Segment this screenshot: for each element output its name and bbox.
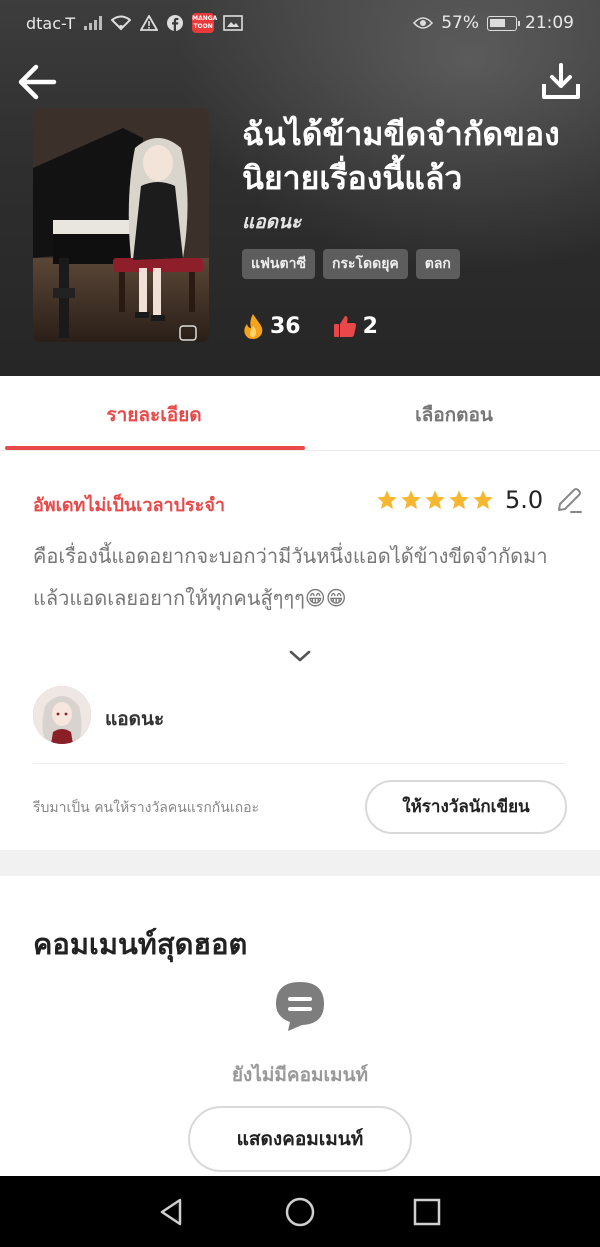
book-cover-image[interactable] <box>33 108 209 342</box>
like-stat[interactable]: 2 <box>333 314 378 339</box>
system-nav-bar <box>0 1176 600 1247</box>
facebook-icon <box>167 15 184 31</box>
battery-percent: 57% <box>441 13 479 33</box>
genre-tags: แฟนตาซี กระโดดยุค ตลก <box>242 249 460 279</box>
thumbs-up-icon <box>333 316 356 337</box>
star-icon <box>425 490 445 509</box>
eye-icon <box>413 17 434 29</box>
tab-bar: รายละเอียด เลือกตอน <box>0 376 600 451</box>
reward-prompt: รีบมาเป็น คนให้รางวัลคนแรกกันเถอะ <box>33 800 260 816</box>
avatar-illustration <box>33 686 91 744</box>
tab-episodes[interactable]: เลือกตอน <box>304 400 600 430</box>
fire-icon <box>244 314 263 339</box>
book-description: คือเรื่องนี้แอดอยากจะบอกว่ามีวันหนึ่งแอด… <box>33 544 548 610</box>
book-header: dtac-T MANGA TOON 57% 21:09 ฉันได้ข้ามขี… <box>0 0 600 376</box>
nav-back-icon[interactable] <box>156 1196 188 1228</box>
nav-home-icon[interactable] <box>284 1196 316 1228</box>
gallery-icon <box>223 15 243 31</box>
carrier-label: dtac-T <box>26 13 76 33</box>
genre-tag[interactable]: ตลก <box>415 249 460 279</box>
book-author[interactable]: แอดนะ <box>242 207 301 237</box>
like-count: 2 <box>362 313 378 339</box>
wifi-icon <box>111 15 132 31</box>
star-icon <box>449 490 469 509</box>
status-bar: dtac-T MANGA TOON 57% 21:09 <box>0 0 600 46</box>
clock: 21:09 <box>525 13 574 33</box>
fire-count: 36 <box>270 313 301 339</box>
tab-details[interactable]: รายละเอียด <box>4 400 304 430</box>
section-divider <box>0 850 600 876</box>
star-icon <box>377 490 397 509</box>
show-comments-button[interactable]: แสดงคอมเมนท์ <box>188 1106 412 1172</box>
comment-bubble-icon <box>276 982 324 1031</box>
arrow-left-icon[interactable] <box>16 62 60 102</box>
cover-illustration <box>33 108 209 342</box>
author-row[interactable]: แอดนะ <box>33 686 566 764</box>
hot-comments-title: คอมเมนท์สุดฮอต <box>33 927 248 961</box>
popularity-stat: 36 <box>242 313 301 339</box>
book-title: ฉันได้ข้ามขีดจำกัดของนิยายเรื่องนี้แล้ว <box>242 115 560 197</box>
avatar[interactable] <box>33 686 91 744</box>
rating-score: 5.0 <box>505 486 544 514</box>
chevron-down-icon[interactable] <box>286 646 314 666</box>
active-tab-indicator <box>5 446 305 450</box>
genre-tag[interactable]: กระโดดยุค <box>322 249 408 279</box>
genre-tag[interactable]: แฟนตาซี <box>242 249 315 279</box>
book-stats: 36 2 <box>242 313 410 339</box>
update-schedule: อัพเดทไม่เป็นเวลาประจำ <box>33 495 225 516</box>
manga-toon-app-icon: MANGA TOON <box>192 13 217 33</box>
download-icon[interactable] <box>540 62 582 102</box>
star-icon <box>401 490 421 509</box>
battery-icon <box>487 15 520 31</box>
rating[interactable]: 5.0 <box>376 486 583 514</box>
warning-icon <box>140 15 159 31</box>
nav-recents-icon[interactable] <box>411 1196 443 1228</box>
reward-author-button[interactable]: ให้รางวัลนักเขียน <box>365 780 567 834</box>
edit-pencil-icon[interactable] <box>555 486 583 514</box>
signal-icon <box>84 16 103 30</box>
star-icon <box>473 490 493 509</box>
no-comments-text: ยังไม่มีคอมเมนท์ <box>231 1064 369 1086</box>
author-name[interactable]: แอดนะ <box>105 704 164 734</box>
